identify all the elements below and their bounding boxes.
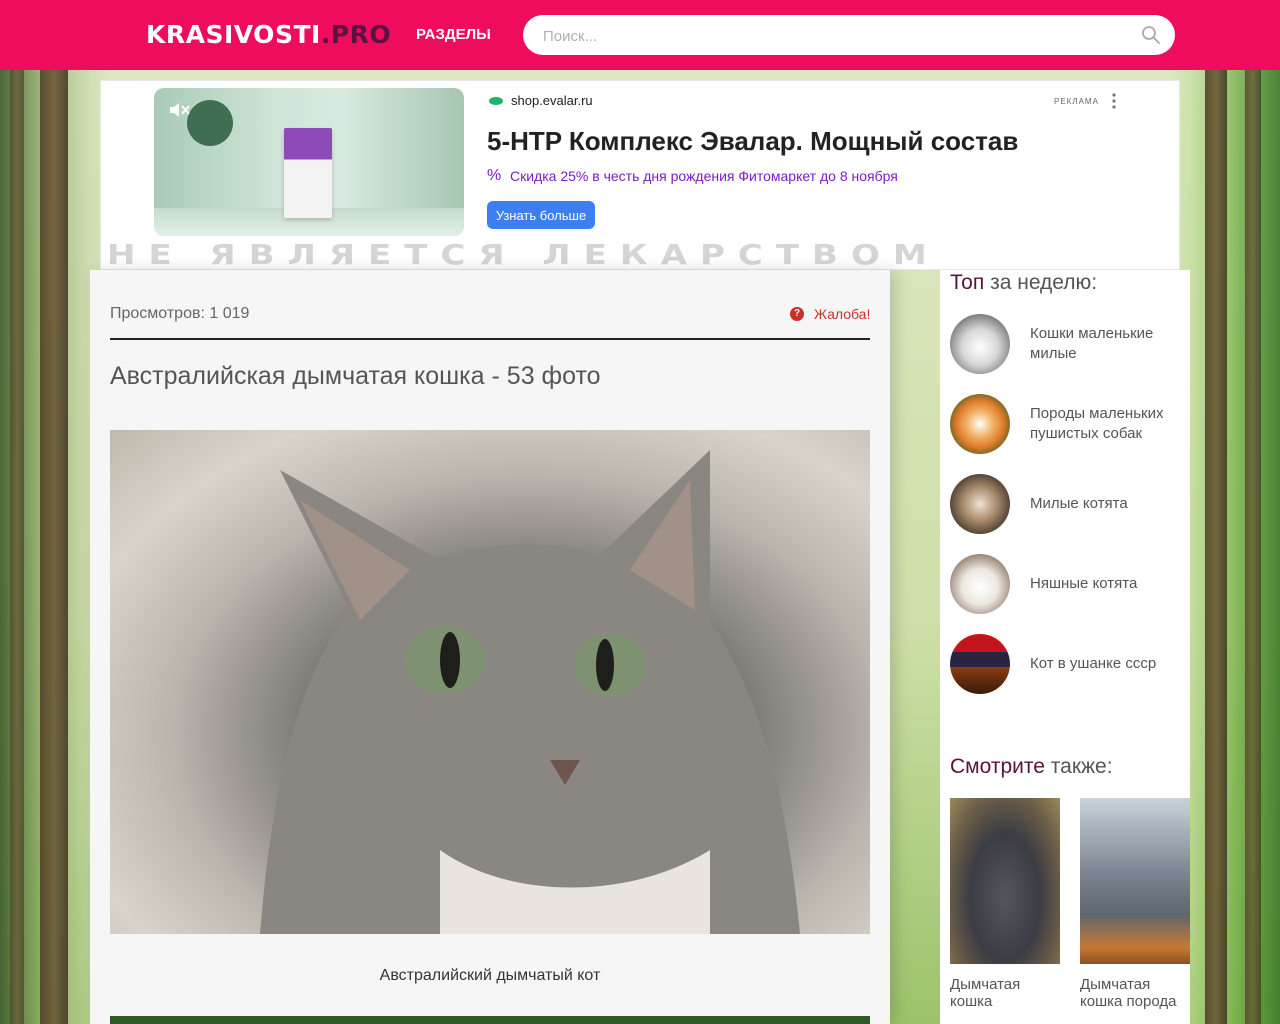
background-tree-trunk [1245,70,1261,1024]
top-item[interactable]: Милые котята [950,474,1190,534]
kitten-thumbnail [950,554,1010,614]
top-item-label: Породы маленьких пушистых собак [1030,405,1164,442]
search-box [523,15,1175,57]
logo-text-main: KRASIVOSTI [146,20,321,49]
more-vertical-icon[interactable] [1107,91,1121,111]
logo-text-suffix: .PRO [320,20,392,49]
advertisement-banner[interactable]: shop.evalar.ru РЕКЛАМА 5-HTP Комплекс Эв… [100,80,1180,270]
top-item-label: Кошки маленькие милые [1030,325,1154,362]
ad-video-preview[interactable] [154,88,464,236]
see-also-item[interactable]: Дымчатая кошка порода [1080,798,1190,1018]
top-week-heading: Топ за неделю: [950,271,1098,294]
cat-in-hat-thumbnail [950,634,1010,694]
page-title: Австралийская дымчатая кошка - 53 фото [110,362,601,390]
question-icon: ? [790,307,804,321]
kitten-thumbnail [950,474,1010,534]
kitten-thumbnail [950,314,1010,374]
see-also-item[interactable]: Дымчатая кошка [950,798,1060,1018]
top-item-label: Кот в ушанке ссср [1030,655,1157,672]
top-item-label: Милые котята [1030,495,1128,512]
dog-thumbnail [950,394,1010,454]
top-item[interactable]: Кот в ушанке ссср [950,634,1190,694]
see-also-heading: Смотрите также: [950,755,1113,778]
background-tree-trunk [1205,70,1227,1024]
ad-decor-circle [187,100,233,146]
search-input[interactable] [541,15,1125,57]
percent-icon: % [487,167,502,184]
article-photo-next[interactable] [110,1016,870,1024]
ad-domain-link[interactable]: shop.evalar.ru [511,92,593,110]
cat-illustration [260,450,800,934]
background-tree-trunk [10,70,24,1024]
view-count: Просмотров: 1 019 [110,305,250,322]
ad-disclaimer: НЕ ЯВЛЯЕТСЯ ЛЕКАРСТВОМ [107,239,940,270]
ad-learn-more-button[interactable]: Узнать больше [487,201,595,229]
top-item-label: Няшные котята [1030,575,1138,592]
site-header: KRASIVOSTI.PRO РАЗДЕЛЫ [0,0,1280,70]
article-content: Просмотров: 1 019 ? Жалоба! Австралийска… [90,270,890,1024]
see-also-label: Дымчатая кошка [950,976,1021,1010]
sidebar: Топ за неделю: Кошки маленькие милые Пор… [940,270,1190,1024]
complain-label: Жалоба! [814,306,871,322]
advertiser-logo-icon [489,97,503,105]
search-icon[interactable] [1141,25,1161,45]
ad-promo-text[interactable]: Скидка 25% в честь дня рождения Фитомарк… [510,166,898,186]
ad-product-box [284,128,332,218]
ad-title[interactable]: 5-HTP Комплекс Эвалар. Мощный состав [487,123,1018,159]
complain-link[interactable]: ? Жалоба! [790,305,870,325]
background-tree-trunk [40,70,68,1024]
site-logo[interactable]: KRASIVOSTI.PRO [146,18,391,52]
sections-menu-link[interactable]: РАЗДЕЛЫ [416,24,491,46]
divider [110,338,870,340]
smoky-cat-photo [1080,798,1190,964]
article-photo-cat[interactable] [110,430,870,934]
smoky-cat-photo [950,798,1060,964]
top-item[interactable]: Породы маленьких пушистых собак [950,394,1190,454]
top-item[interactable]: Кошки маленькие милые [950,314,1190,374]
top-item[interactable]: Няшные котята [950,554,1190,614]
photo-caption: Австралийский дымчатый кот [379,967,601,984]
see-also-label: Дымчатая кошка порода [1080,976,1177,1010]
ad-label: РЕКЛАМА [1054,97,1099,106]
muted-speaker-icon[interactable] [168,101,190,119]
